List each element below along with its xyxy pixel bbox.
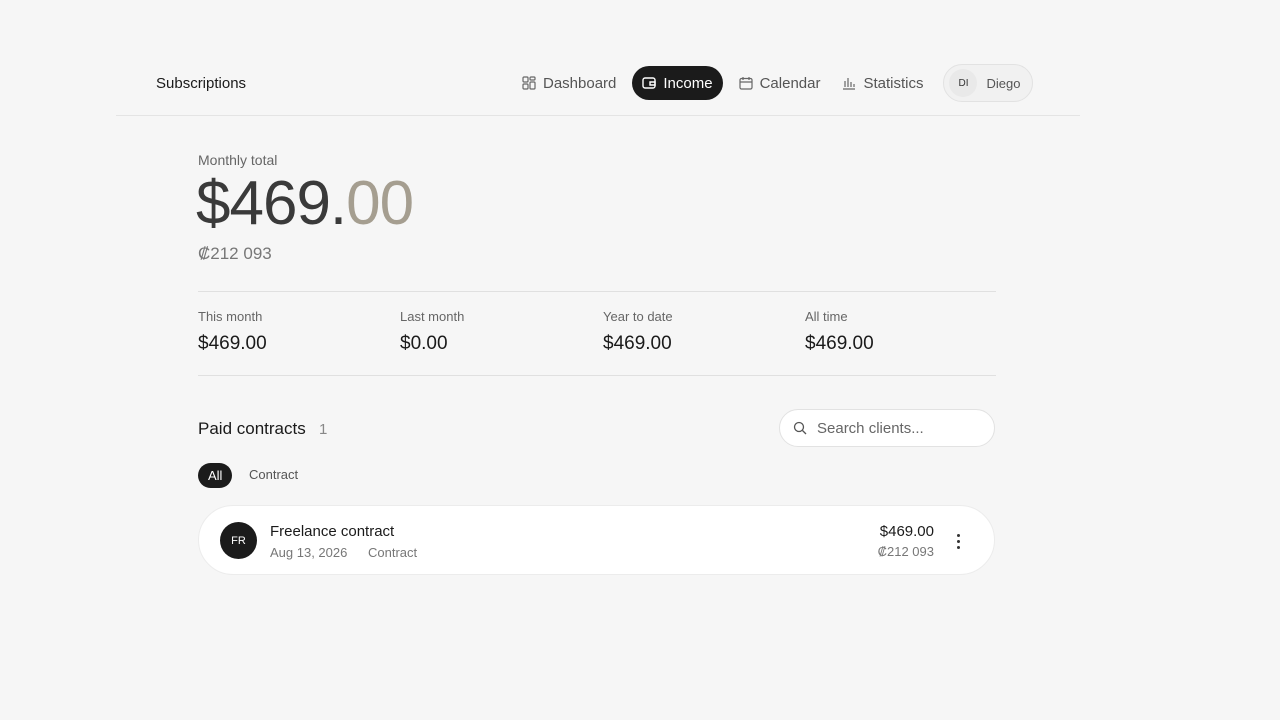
more-options-icon[interactable] — [948, 529, 968, 553]
avatar: DI — [949, 69, 978, 97]
nav-statistics-label: Statistics — [863, 74, 924, 92]
stat-this-month: This month $469.00 — [198, 309, 267, 355]
contract-name: Freelance contract — [270, 523, 395, 540]
contract-amount-secondary: ₡212 093 — [877, 544, 934, 559]
stat-label: All time — [805, 309, 848, 324]
nav-dashboard[interactable]: Dashboard — [516, 66, 622, 100]
nav-income-label: Income — [663, 74, 713, 92]
contract-date: Aug 13, 2026 — [270, 545, 348, 560]
nav-dashboard-label: Dashboard — [543, 74, 617, 92]
contract-type: Contract — [368, 545, 418, 560]
monthly-total-main: $469. — [196, 169, 347, 238]
monthly-total-amount: $469.00 — [196, 168, 414, 239]
nav-calendar-label: Calendar — [759, 74, 821, 92]
calendar-icon — [738, 76, 753, 90]
bar-chart-icon — [842, 76, 856, 90]
contract-card[interactable]: FR Freelance contract Aug 13, 2026 Contr… — [198, 505, 995, 575]
stat-value: $0.00 — [400, 333, 448, 354]
paid-contracts-title: Paid contracts — [198, 419, 306, 438]
user-name: Diego — [986, 75, 1021, 91]
filter-all-chip[interactable]: All — [198, 463, 233, 488]
monthly-total-cents: 00 — [346, 169, 414, 238]
contract-amount: $469.00 — [879, 523, 934, 540]
search-field[interactable] — [779, 409, 995, 447]
search-icon — [793, 421, 807, 435]
stat-value: $469.00 — [603, 333, 672, 354]
app-brand[interactable]: Subscriptions — [156, 75, 246, 92]
monthly-total-label: Monthly total — [198, 152, 278, 168]
contract-avatar: FR — [220, 522, 257, 559]
user-menu[interactable]: DI Diego — [943, 64, 1034, 102]
wallet-icon — [642, 76, 657, 90]
nav-statistics[interactable]: Statistics — [836, 66, 929, 100]
stat-all-time: All time $469.00 — [805, 309, 874, 355]
stat-value: $469.00 — [198, 333, 267, 354]
stat-label: Last month — [400, 309, 465, 324]
monthly-total-secondary: ₡212 093 — [198, 244, 272, 263]
stat-label: Year to date — [603, 309, 673, 324]
stats-row: This month $469.00 Last month $0.00 Year… — [198, 291, 996, 376]
top-header: Subscriptions Dashboard Income Calendar … — [116, 50, 1080, 116]
search-input[interactable] — [817, 419, 977, 437]
nav-calendar[interactable]: Calendar — [733, 66, 827, 100]
stat-value: $469.00 — [805, 333, 874, 354]
stat-last-month: Last month $0.00 — [400, 309, 464, 355]
paid-contracts-count: 1 — [319, 421, 328, 438]
stat-label: This month — [198, 309, 263, 324]
main-nav: Dashboard Income Calendar Statistics DI … — [516, 64, 1034, 102]
grid-icon — [522, 76, 536, 90]
filter-contract-chip[interactable]: Contract — [249, 467, 298, 482]
nav-income[interactable]: Income — [632, 66, 723, 100]
stat-year-to-date: Year to date $469.00 — [603, 309, 673, 355]
